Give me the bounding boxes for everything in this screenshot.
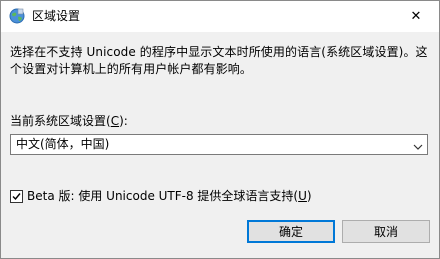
- cancel-button-label: 取消: [373, 225, 398, 239]
- title-bar[interactable]: 区域设置 ✕: [1, 1, 439, 32]
- utf8-label-accelerator: U: [298, 189, 307, 203]
- utf8-label-suffix: ): [306, 189, 312, 203]
- window-title: 区域设置: [32, 9, 81, 23]
- locale-select-value: 中文(简体，中国): [16, 137, 110, 151]
- locale-select[interactable]: 中文(简体，中国): [10, 134, 428, 155]
- utf8-label-prefix: Beta 版: 使用 Unicode UTF-8 提供全球语言支持(: [27, 189, 299, 203]
- checkmark-icon: [12, 193, 21, 201]
- locale-label-accelerator: C: [110, 114, 120, 128]
- locale-label: 当前系统区域设置(C):: [10, 114, 128, 129]
- description-text: 选择在不支持 Unicode 的程序中显示文本时所使用的语言(系统区域设置)。这…: [10, 45, 428, 76]
- globe-icon: [9, 8, 25, 24]
- locale-label-suffix: ):: [119, 114, 128, 128]
- close-button[interactable]: ✕: [393, 1, 439, 32]
- locale-label-prefix: 当前系统区域设置(: [10, 114, 111, 128]
- ok-button-label: 确定: [278, 225, 303, 239]
- close-icon: ✕: [410, 9, 422, 24]
- region-settings-dialog: 区域设置 ✕ 选择在不支持 Unicode 的程序中显示文本时所使用的语言(系统…: [0, 0, 440, 259]
- dialog-body: 选择在不支持 Unicode 的程序中显示文本时所使用的语言(系统区域设置)。这…: [1, 32, 439, 258]
- ok-button[interactable]: 确定: [247, 220, 335, 243]
- utf8-checkbox[interactable]: [10, 190, 23, 203]
- cancel-button[interactable]: 取消: [342, 220, 430, 243]
- utf8-option[interactable]: Beta 版: 使用 Unicode UTF-8 提供全球语言支持(U): [10, 189, 312, 204]
- utf8-checkbox-label: Beta 版: 使用 Unicode UTF-8 提供全球语言支持(U): [27, 189, 312, 204]
- chevron-down-icon: [413, 140, 423, 150]
